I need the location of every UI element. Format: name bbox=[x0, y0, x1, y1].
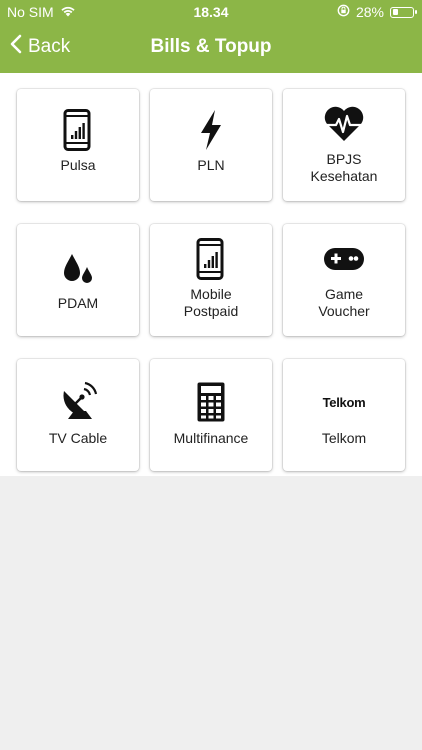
nav-bar: Back Bills & Topup bbox=[0, 24, 422, 73]
heart-pulse-icon bbox=[283, 101, 405, 147]
tile-label: PDAM bbox=[57, 295, 99, 311]
tile-telkom[interactable]: Telkom Telkom bbox=[283, 359, 405, 471]
battery-icon bbox=[390, 6, 417, 18]
tile-label: Multifinance bbox=[173, 430, 249, 446]
gamepad-icon bbox=[283, 236, 405, 282]
telkom-logo-icon: Telkom bbox=[283, 379, 405, 425]
status-right: 28% bbox=[337, 4, 417, 20]
calculator-icon bbox=[150, 379, 272, 425]
tile-label: Pulsa bbox=[60, 157, 96, 173]
tile-label: Mobile Postpaid bbox=[183, 286, 239, 319]
tile-pulsa[interactable]: Pulsa bbox=[17, 89, 139, 201]
tile-label: BPJS Kesehatan bbox=[310, 151, 378, 184]
phone-signal-icon bbox=[17, 107, 139, 153]
tile-label: PLN bbox=[197, 157, 225, 173]
orientation-lock-icon bbox=[337, 4, 350, 20]
tile-bpjs-kesehatan[interactable]: BPJS Kesehatan bbox=[283, 89, 405, 201]
services-grid: Pulsa PLN BPJS Kesehatan PDAM Mobile Pos… bbox=[0, 73, 422, 476]
tile-game-voucher[interactable]: Game Voucher bbox=[283, 224, 405, 336]
lightning-icon bbox=[150, 107, 272, 153]
tile-label: TV Cable bbox=[48, 430, 108, 446]
telkom-logo-text: Telkom bbox=[322, 394, 366, 410]
tile-multifinance[interactable]: Multifinance bbox=[150, 359, 272, 471]
tile-tv-cable[interactable]: TV Cable bbox=[17, 359, 139, 471]
app-header: No SIM 18.34 28% Back Bills & Topup bbox=[0, 0, 422, 73]
page-title: Bills & Topup bbox=[150, 36, 272, 57]
tile-mobile-postpaid[interactable]: Mobile Postpaid bbox=[150, 224, 272, 336]
tile-pdam[interactable]: PDAM bbox=[17, 224, 139, 336]
water-drops-icon bbox=[17, 246, 139, 292]
battery-percent: 28% bbox=[355, 4, 384, 20]
phone-signal-icon bbox=[150, 236, 272, 282]
satellite-dish-icon bbox=[17, 379, 139, 425]
tile-pln[interactable]: PLN bbox=[150, 89, 272, 201]
tile-label: Game Voucher bbox=[318, 286, 370, 319]
tile-label: Telkom bbox=[321, 430, 367, 446]
status-bar: No SIM 18.34 28% bbox=[0, 0, 422, 24]
